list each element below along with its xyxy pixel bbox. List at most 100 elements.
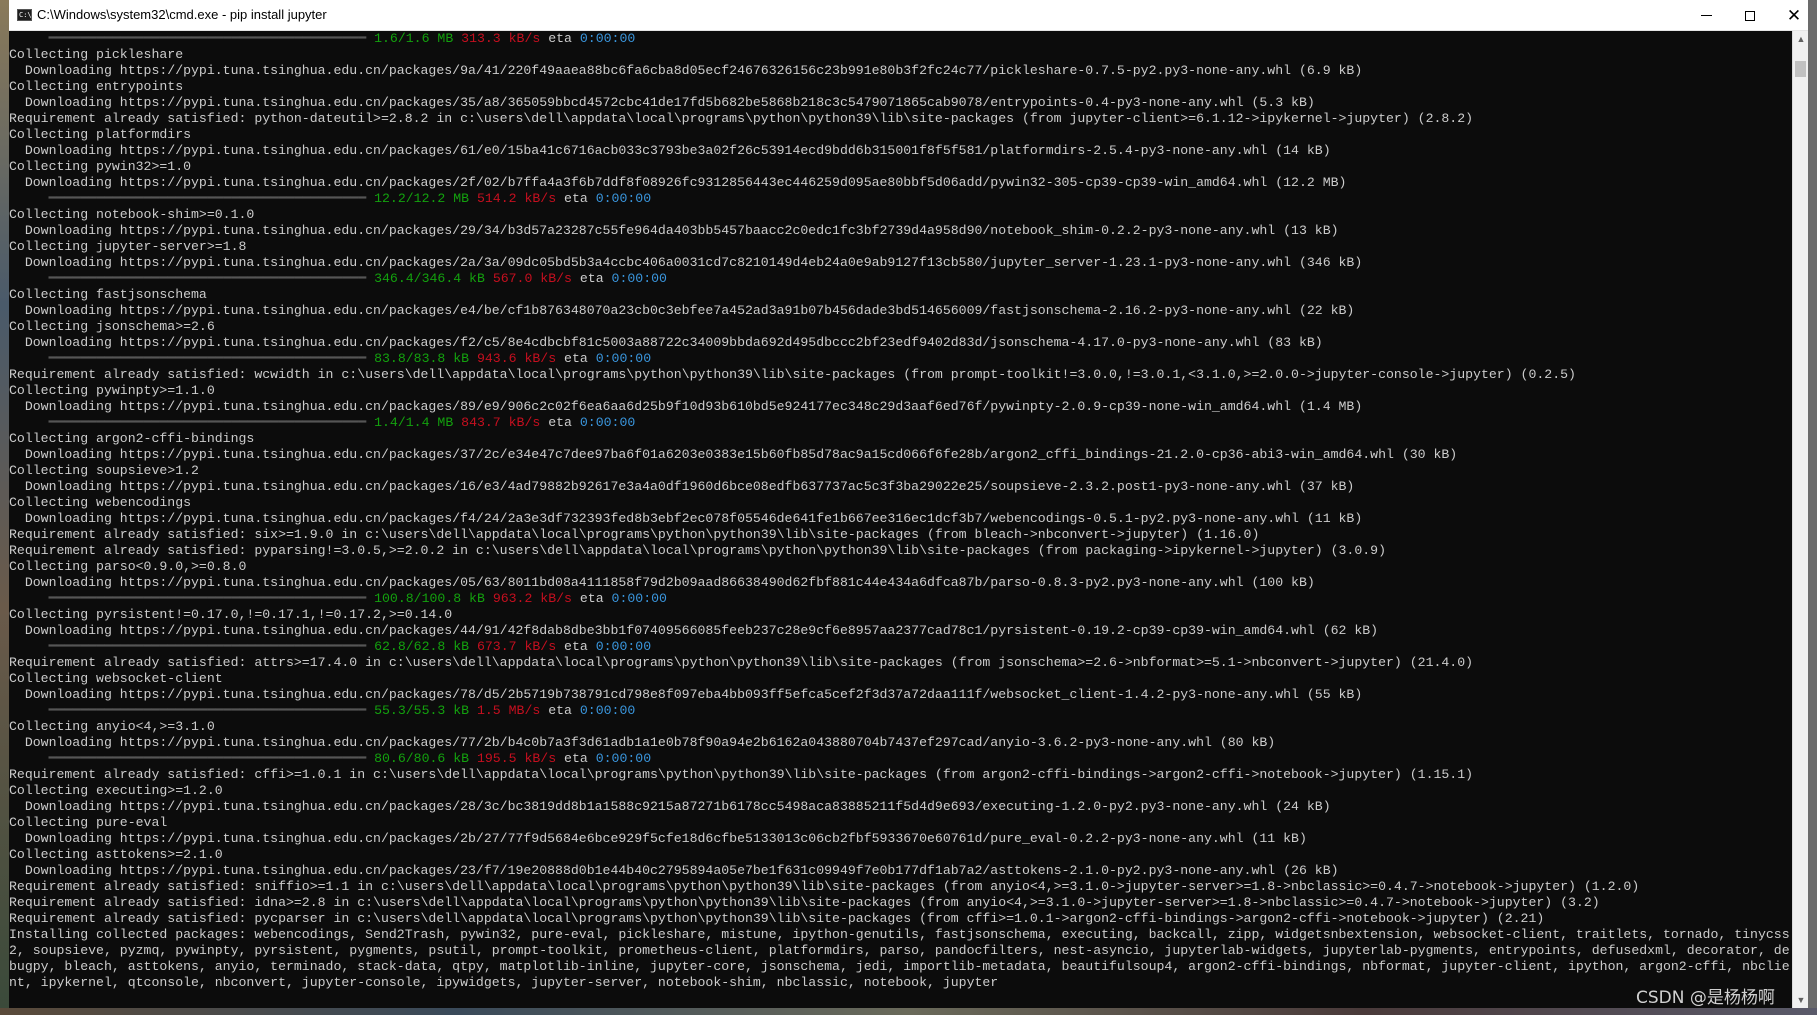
console-line: Requirement already satisfied: wcwidth i…: [9, 367, 1576, 382]
progress-eta-label: eta: [564, 639, 588, 654]
title-bar[interactable]: C:\ C:\Windows\system32\cmd.exe - pip in…: [9, 0, 1808, 31]
console-line: Requirement already satisfied: python-da…: [9, 111, 1474, 126]
progress-size: 1.6/1.6 MB: [374, 31, 454, 46]
progress-line: ━━━━━━━━━━━━━━━━━━━━━━━━━━━━━━━━━━━━━━━━…: [9, 751, 1792, 767]
progress-rate: 514.2 kB/s: [476, 191, 557, 206]
console-line: Requirement already satisfied: pycparser…: [9, 911, 1545, 926]
console-line: Requirement already satisfied: idna>=2.8…: [9, 895, 1600, 910]
console-line: Collecting jupyter-server>=1.8: [9, 239, 247, 254]
scroll-down-arrow-icon[interactable]: ▼: [1793, 992, 1809, 1008]
progress-eta: 0:00:00: [595, 191, 652, 206]
progress-eta-label: eta: [564, 351, 588, 366]
progress-indent: [9, 703, 49, 718]
console-line: Downloading https://pypi.tuna.tsinghua.e…: [9, 95, 1315, 110]
progress-bar: ━━━━━━━━━━━━━━━━━━━━━━━━━━━━━━━━━━━━━━━━: [48, 271, 367, 286]
console-line: Downloading https://pypi.tuna.tsinghua.e…: [9, 399, 1363, 414]
console-line: Collecting pure-eval: [9, 815, 168, 830]
progress-line: ━━━━━━━━━━━━━━━━━━━━━━━━━━━━━━━━━━━━━━━━…: [9, 271, 1792, 287]
console-line: Requirement already satisfied: attrs>=17…: [9, 655, 1474, 670]
progress-size: 346.4/346.4 kB: [374, 271, 485, 286]
desktop-background-bottom: [0, 1008, 1817, 1015]
progress-rate: 673.7 kB/s: [476, 639, 557, 654]
progress-eta: 0:00:00: [595, 751, 652, 766]
progress-indent: [9, 591, 49, 606]
console-line: Downloading https://pypi.tuna.tsinghua.e…: [9, 303, 1355, 318]
console-line: Collecting executing>=1.2.0: [9, 783, 223, 798]
desktop-background: [0, 0, 9, 1015]
progress-bar: ━━━━━━━━━━━━━━━━━━━━━━━━━━━━━━━━━━━━━━━━: [48, 31, 367, 46]
console-line: Installing collected packages: webencodi…: [9, 927, 1790, 990]
minimize-button[interactable]: [1684, 0, 1728, 31]
console-line: Collecting pyrsistent!=0.17.0,!=0.17.1,!…: [9, 607, 453, 622]
progress-eta: 0:00:00: [595, 639, 652, 654]
console-line: Downloading https://pypi.tuna.tsinghua.e…: [9, 799, 1331, 814]
console-line: Downloading https://pypi.tuna.tsinghua.e…: [9, 623, 1379, 638]
console-line: Collecting entrypoints: [9, 79, 184, 94]
console-line: Collecting pywin32>=1.0: [9, 159, 192, 174]
progress-rate: 567.0 kB/s: [492, 271, 572, 286]
cmd-window: C:\ C:\Windows\system32\cmd.exe - pip in…: [9, 0, 1808, 1008]
progress-eta-label: eta: [548, 703, 572, 718]
progress-rate: 1.5 MB/s: [476, 703, 541, 718]
progress-eta: 0:00:00: [579, 703, 636, 718]
window-title: C:\Windows\system32\cmd.exe - pip instal…: [37, 7, 327, 22]
console-line: Requirement already satisfied: cffi>=1.0…: [9, 767, 1474, 782]
progress-eta-label: eta: [579, 271, 604, 286]
console-output[interactable]: ━━━━━━━━━━━━━━━━━━━━━━━━━━━━━━━━━━━━━━━━…: [9, 31, 1792, 1008]
console-line: Downloading https://pypi.tuna.tsinghua.e…: [9, 63, 1363, 78]
console-line: Collecting asttokens>=2.1.0: [9, 847, 223, 862]
console-line: Downloading https://pypi.tuna.tsinghua.e…: [9, 735, 1276, 750]
progress-size: 80.6/80.6 kB: [374, 751, 470, 766]
console-line: Downloading https://pypi.tuna.tsinghua.e…: [9, 479, 1355, 494]
progress-bar: ━━━━━━━━━━━━━━━━━━━━━━━━━━━━━━━━━━━━━━━━: [48, 351, 367, 366]
progress-line: ━━━━━━━━━━━━━━━━━━━━━━━━━━━━━━━━━━━━━━━━…: [9, 591, 1792, 607]
console-line: Downloading https://pypi.tuna.tsinghua.e…: [9, 511, 1363, 526]
progress-eta: 0:00:00: [595, 351, 652, 366]
progress-line: ━━━━━━━━━━━━━━━━━━━━━━━━━━━━━━━━━━━━━━━━…: [9, 351, 1792, 367]
progress-size: 100.8/100.8 kB: [374, 591, 485, 606]
progress-bar: ━━━━━━━━━━━━━━━━━━━━━━━━━━━━━━━━━━━━━━━━: [48, 703, 367, 718]
console-line: Downloading https://pypi.tuna.tsinghua.e…: [9, 863, 1339, 878]
console-line: Downloading https://pypi.tuna.tsinghua.e…: [9, 255, 1363, 270]
console-line: Collecting jsonschema>=2.6: [9, 319, 215, 334]
console-line: Collecting websocket-client: [9, 671, 223, 686]
console-line: Collecting argon2-cffi-bindings: [9, 431, 255, 446]
console-line: Requirement already satisfied: pyparsing…: [9, 543, 1386, 558]
console-line: Downloading https://pypi.tuna.tsinghua.e…: [9, 447, 1458, 462]
watermark: CSDN @是杨杨啊: [1636, 988, 1775, 1008]
console-line: Collecting pickleshare: [9, 47, 184, 62]
console-line: Downloading https://pypi.tuna.tsinghua.e…: [9, 687, 1363, 702]
console-line: Downloading https://pypi.tuna.tsinghua.e…: [9, 175, 1347, 190]
console-icon: C:\: [17, 9, 32, 21]
progress-bar: ━━━━━━━━━━━━━━━━━━━━━━━━━━━━━━━━━━━━━━━━: [48, 591, 367, 606]
progress-line: ━━━━━━━━━━━━━━━━━━━━━━━━━━━━━━━━━━━━━━━━…: [9, 703, 1792, 719]
maximize-button[interactable]: [1728, 0, 1772, 31]
progress-eta-label: eta: [548, 31, 572, 46]
close-button[interactable]: ✕: [1772, 0, 1816, 31]
progress-eta-label: eta: [564, 751, 588, 766]
progress-line: ━━━━━━━━━━━━━━━━━━━━━━━━━━━━━━━━━━━━━━━━…: [9, 639, 1792, 655]
minimize-icon: [1700, 15, 1712, 16]
progress-size: 1.4/1.4 MB: [374, 415, 454, 430]
progress-line: ━━━━━━━━━━━━━━━━━━━━━━━━━━━━━━━━━━━━━━━━…: [9, 31, 1792, 47]
progress-rate: 843.7 kB/s: [461, 415, 541, 430]
console-line: Downloading https://pypi.tuna.tsinghua.e…: [9, 575, 1315, 590]
console-line: Collecting parso<0.9.0,>=0.8.0: [9, 559, 247, 574]
progress-eta: 0:00:00: [579, 415, 636, 430]
console-line: Collecting anyio<4,>=3.1.0: [9, 719, 215, 734]
console-line: Collecting webencodings: [9, 495, 192, 510]
scrollbar-thumb[interactable]: [1795, 61, 1806, 77]
console-line: Downloading https://pypi.tuna.tsinghua.e…: [9, 143, 1331, 158]
vertical-scrollbar[interactable]: ▲ ▼: [1792, 31, 1808, 1008]
console-line: Collecting soupsieve>1.2: [9, 463, 199, 478]
progress-eta-label: eta: [579, 591, 604, 606]
progress-size: 12.2/12.2 MB: [374, 191, 470, 206]
progress-indent: [9, 639, 49, 654]
progress-size: 55.3/55.3 kB: [374, 703, 470, 718]
console-line: Collecting platformdirs: [9, 127, 192, 142]
scroll-up-arrow-icon[interactable]: ▲: [1793, 31, 1809, 47]
console-line: Requirement already satisfied: six>=1.9.…: [9, 527, 1260, 542]
progress-line: ━━━━━━━━━━━━━━━━━━━━━━━━━━━━━━━━━━━━━━━━…: [9, 191, 1792, 207]
progress-rate: 963.2 kB/s: [492, 591, 572, 606]
progress-rate: 943.6 kB/s: [476, 351, 557, 366]
